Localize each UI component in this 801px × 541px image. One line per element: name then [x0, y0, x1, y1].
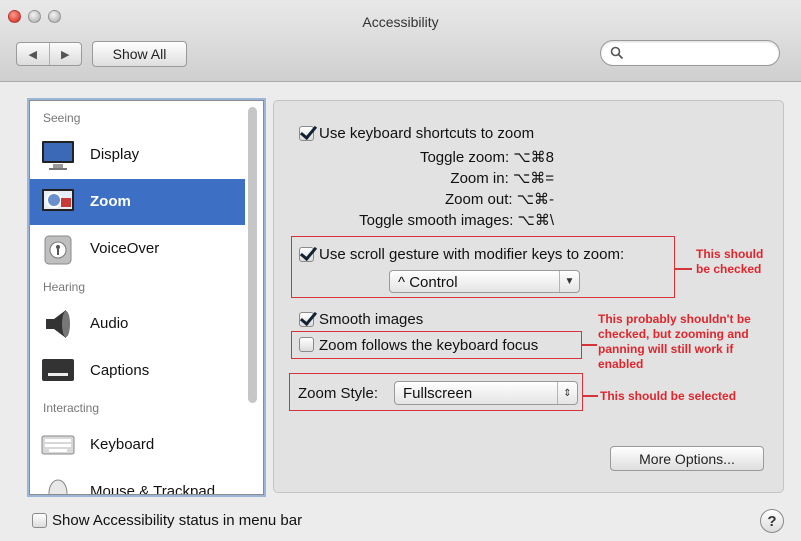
- annotation-line: [581, 344, 597, 346]
- annotation-note-style: This should be selected: [600, 389, 737, 403]
- sidebar-item-voiceover[interactable]: VoiceOver: [30, 226, 245, 272]
- annotation-line: [582, 395, 598, 397]
- note-line: be checked: [696, 262, 762, 276]
- note-line: checked, but zooming and: [598, 327, 749, 341]
- sidebar-item-label: Display: [90, 146, 140, 163]
- zoom-style-popup[interactable]: Fullscreen ⇕: [394, 381, 578, 405]
- annotation-note-focus: This probably shouldn't be checked, but …: [598, 312, 751, 372]
- follow-focus-checkbox[interactable]: [299, 337, 314, 352]
- shortcut-keys: ⌥⌘\: [517, 212, 554, 229]
- scroll-gesture-checkbox[interactable]: [299, 247, 314, 262]
- toggle-zoom-shortcut: Toggle zoom: ⌥⌘8: [420, 148, 554, 166]
- note-line: This should: [696, 247, 764, 261]
- shortcut-keys: ⌥⌘=: [512, 170, 554, 187]
- window-title: Accessibility: [362, 14, 439, 30]
- annotation-note-scroll: This should be checked: [696, 247, 763, 277]
- search-icon: [610, 46, 624, 60]
- follow-focus-label: Zoom follows the keyboard focus: [319, 337, 539, 354]
- section-hearing: Hearing: [43, 280, 86, 294]
- note-line: enabled: [598, 357, 644, 371]
- shortcut-keys: ⌥⌘8: [513, 149, 554, 166]
- chevron-down-icon: ▼: [559, 271, 579, 292]
- sidebar-item-label: VoiceOver: [90, 240, 160, 257]
- back-forward-control: ◀ ▶: [16, 42, 82, 66]
- search-field[interactable]: [600, 40, 780, 66]
- sidebar-item-label: Zoom: [90, 193, 131, 210]
- sidebar-item-label: Keyboard: [90, 436, 155, 453]
- back-button[interactable]: ◀: [17, 43, 49, 65]
- help-button[interactable]: ?: [760, 509, 784, 533]
- zoom-icon: [42, 189, 74, 211]
- display-icon: [42, 141, 74, 170]
- keyboard-shortcuts-label: Use keyboard shortcuts to zoom: [319, 125, 535, 142]
- note-line: This probably shouldn't be: [598, 312, 751, 326]
- speaker-icon: [46, 310, 70, 338]
- shortcut-label: Zoom out:: [445, 191, 513, 208]
- sidebar-scrollbar[interactable]: [248, 107, 257, 403]
- sidebar-item-label: Audio: [90, 315, 129, 332]
- status-menu-checkbox[interactable]: [32, 513, 47, 528]
- sidebar-item-mouse-trackpad[interactable]: Mouse & Trackpad: [30, 469, 245, 495]
- category-list[interactable]: Seeing Display Zoom VoiceOver Hearing Au…: [29, 100, 264, 495]
- sidebar-item-captions[interactable]: Captions: [30, 348, 245, 394]
- more-options-button[interactable]: More Options...: [610, 446, 764, 471]
- sidebar-item-keyboard[interactable]: Keyboard: [30, 422, 245, 468]
- annotation-line: [674, 268, 692, 270]
- modifier-key-popup[interactable]: ^ Control ▼: [389, 270, 580, 293]
- show-all-button[interactable]: Show All: [92, 41, 187, 67]
- zoom-style-value: Fullscreen: [403, 385, 473, 402]
- shortcut-keys: ⌥⌘-: [516, 191, 554, 208]
- sidebar-item-display[interactable]: Display: [30, 132, 245, 178]
- shortcut-label: Toggle zoom:: [419, 149, 510, 166]
- zoom-settings-pane: Use keyboard shortcuts to zoom Toggle zo…: [273, 100, 784, 493]
- scroll-gesture-label: Use scroll gesture with modifier keys to…: [319, 246, 625, 263]
- forward-button[interactable]: ▶: [48, 43, 82, 65]
- modifier-key-value: ^ Control: [398, 274, 458, 291]
- title-bar: Accessibility ◀ ▶ Show All: [0, 0, 801, 82]
- sidebar-item-zoom[interactable]: Zoom: [30, 179, 245, 225]
- smooth-images-label: Smooth images: [319, 311, 424, 328]
- keyboard-shortcuts-checkbox[interactable]: [299, 126, 314, 141]
- updown-arrows-icon: ⇕: [557, 382, 577, 404]
- section-seeing: Seeing: [43, 111, 81, 125]
- section-interacting: Interacting: [43, 401, 100, 415]
- note-line: panning will still work if: [598, 342, 734, 356]
- voiceover-icon: [44, 235, 72, 265]
- captions-icon: [42, 359, 74, 381]
- mouse-icon: [48, 479, 68, 494]
- toggle-smooth-images-shortcut: Toggle smooth images: ⌥⌘\: [359, 211, 554, 229]
- keyboard-icon: [41, 435, 75, 455]
- zoom-in-shortcut: Zoom in: ⌥⌘=: [450, 169, 554, 187]
- status-menu-label: Show Accessibility status in menu bar: [52, 512, 303, 529]
- sidebar-item-audio[interactable]: Audio: [30, 301, 245, 347]
- shortcut-label: Toggle smooth images:: [359, 212, 514, 229]
- sidebar-item-label: Mouse & Trackpad: [90, 483, 216, 495]
- shortcut-label: Zoom in:: [450, 170, 509, 187]
- zoom-out-shortcut: Zoom out: ⌥⌘-: [445, 190, 554, 208]
- smooth-images-checkbox[interactable]: [299, 312, 314, 327]
- zoom-style-label: Zoom Style:: [298, 385, 379, 402]
- sidebar-item-label: Captions: [90, 362, 150, 379]
- shortcut-list: Toggle zoom: ⌥⌘8 Zoom in: ⌥⌘= Zoom out: …: [304, 148, 554, 238]
